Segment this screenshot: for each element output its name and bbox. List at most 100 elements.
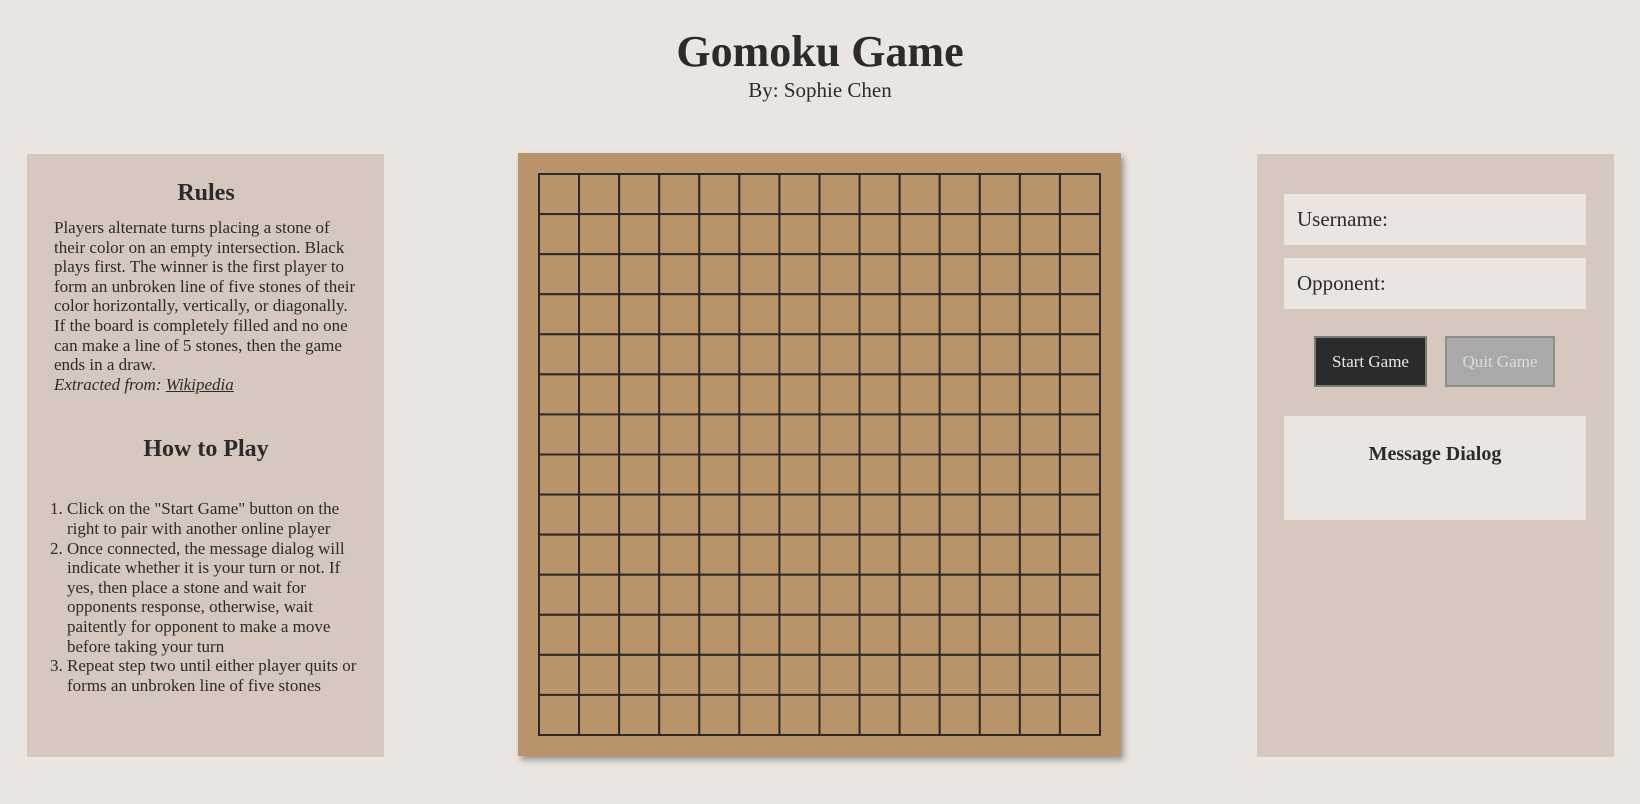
board-cell[interactable]: [538, 693, 581, 737]
board-cell[interactable]: [1058, 533, 1102, 576]
board-cell[interactable]: [618, 293, 661, 336]
board-cell[interactable]: [1058, 693, 1102, 737]
board-cell[interactable]: [778, 613, 821, 656]
board-cell[interactable]: [738, 253, 781, 296]
board-cell[interactable]: [938, 453, 981, 496]
board-cell[interactable]: [738, 573, 781, 616]
board-cell[interactable]: [858, 333, 901, 376]
board-cell[interactable]: [898, 653, 941, 696]
board-cell[interactable]: [618, 653, 661, 696]
board-cell[interactable]: [818, 653, 861, 696]
board-cell[interactable]: [698, 693, 741, 737]
board-cell[interactable]: [858, 493, 901, 536]
board-cell[interactable]: [818, 293, 861, 336]
board-cell[interactable]: [1018, 333, 1061, 376]
board-cell[interactable]: [858, 213, 901, 256]
board-cell[interactable]: [658, 653, 701, 696]
board-cell[interactable]: [978, 613, 1021, 656]
board-cell[interactable]: [858, 573, 901, 616]
board-cell[interactable]: [738, 293, 781, 336]
board-cell[interactable]: [1018, 373, 1061, 416]
board-cell[interactable]: [658, 613, 701, 656]
board-cell[interactable]: [738, 493, 781, 536]
board-cell[interactable]: [778, 413, 821, 456]
board-cell[interactable]: [538, 293, 581, 336]
board-cell[interactable]: [938, 613, 981, 656]
board-cell[interactable]: [538, 453, 581, 496]
board-cell[interactable]: [698, 213, 741, 256]
board-cell[interactable]: [858, 413, 901, 456]
board-cell[interactable]: [698, 173, 741, 216]
board-cell[interactable]: [978, 693, 1021, 737]
board-cell[interactable]: [898, 613, 941, 656]
board-cell[interactable]: [938, 573, 981, 616]
board-cell[interactable]: [1018, 293, 1061, 336]
board-cell[interactable]: [698, 453, 741, 496]
board-cell[interactable]: [818, 453, 861, 496]
board-cell[interactable]: [618, 573, 661, 616]
board-cell[interactable]: [778, 493, 821, 536]
board-cell[interactable]: [658, 333, 701, 376]
board-cell[interactable]: [938, 373, 981, 416]
board-cell[interactable]: [618, 333, 661, 376]
board-cell[interactable]: [618, 213, 661, 256]
board-cell[interactable]: [738, 453, 781, 496]
board-cell[interactable]: [778, 693, 821, 737]
board-cell[interactable]: [978, 253, 1021, 296]
board-cell[interactable]: [578, 373, 621, 416]
board-cell[interactable]: [978, 373, 1021, 416]
board-cell[interactable]: [978, 293, 1021, 336]
board-cell[interactable]: [898, 413, 941, 456]
board-cell[interactable]: [1058, 373, 1102, 416]
board-cell[interactable]: [858, 533, 901, 576]
board-cell[interactable]: [1018, 173, 1061, 216]
board-cell[interactable]: [818, 253, 861, 296]
board-cell[interactable]: [578, 693, 621, 737]
board-cell[interactable]: [1018, 213, 1061, 256]
board-cell[interactable]: [898, 213, 941, 256]
board-cell[interactable]: [778, 293, 821, 336]
board-cell[interactable]: [818, 533, 861, 576]
board-cell[interactable]: [658, 573, 701, 616]
board-cell[interactable]: [778, 373, 821, 416]
board-cell[interactable]: [738, 213, 781, 256]
board-cell[interactable]: [1058, 293, 1102, 336]
board-cell[interactable]: [978, 213, 1021, 256]
board-cell[interactable]: [818, 373, 861, 416]
board-cell[interactable]: [578, 493, 621, 536]
board-cell[interactable]: [578, 173, 621, 216]
board-cell[interactable]: [618, 253, 661, 296]
board-cell[interactable]: [1058, 413, 1102, 456]
board-cell[interactable]: [578, 533, 621, 576]
board-cell[interactable]: [1058, 453, 1102, 496]
board-cell[interactable]: [698, 653, 741, 696]
board-cell[interactable]: [698, 413, 741, 456]
board-cell[interactable]: [898, 693, 941, 737]
board-cell[interactable]: [778, 533, 821, 576]
board-cell[interactable]: [818, 693, 861, 737]
board-cell[interactable]: [538, 413, 581, 456]
board-cell[interactable]: [938, 653, 981, 696]
board-cell[interactable]: [938, 173, 981, 216]
board-cell[interactable]: [1058, 653, 1102, 696]
board-cell[interactable]: [1058, 573, 1102, 616]
board-cell[interactable]: [538, 253, 581, 296]
board-cell[interactable]: [858, 173, 901, 216]
board-cell[interactable]: [658, 453, 701, 496]
board-grid[interactable]: [518, 153, 1121, 756]
board-cell[interactable]: [1018, 253, 1061, 296]
board-cell[interactable]: [578, 453, 621, 496]
board-cell[interactable]: [978, 173, 1021, 216]
board-cell[interactable]: [658, 493, 701, 536]
board-cell[interactable]: [978, 453, 1021, 496]
board-cell[interactable]: [538, 613, 581, 656]
board-cell[interactable]: [578, 333, 621, 376]
board-cell[interactable]: [1058, 253, 1102, 296]
board-cell[interactable]: [978, 573, 1021, 616]
board-cell[interactable]: [618, 533, 661, 576]
board-cell[interactable]: [618, 453, 661, 496]
board-cell[interactable]: [578, 573, 621, 616]
board-cell[interactable]: [698, 293, 741, 336]
board-cell[interactable]: [978, 493, 1021, 536]
board-cell[interactable]: [698, 253, 741, 296]
